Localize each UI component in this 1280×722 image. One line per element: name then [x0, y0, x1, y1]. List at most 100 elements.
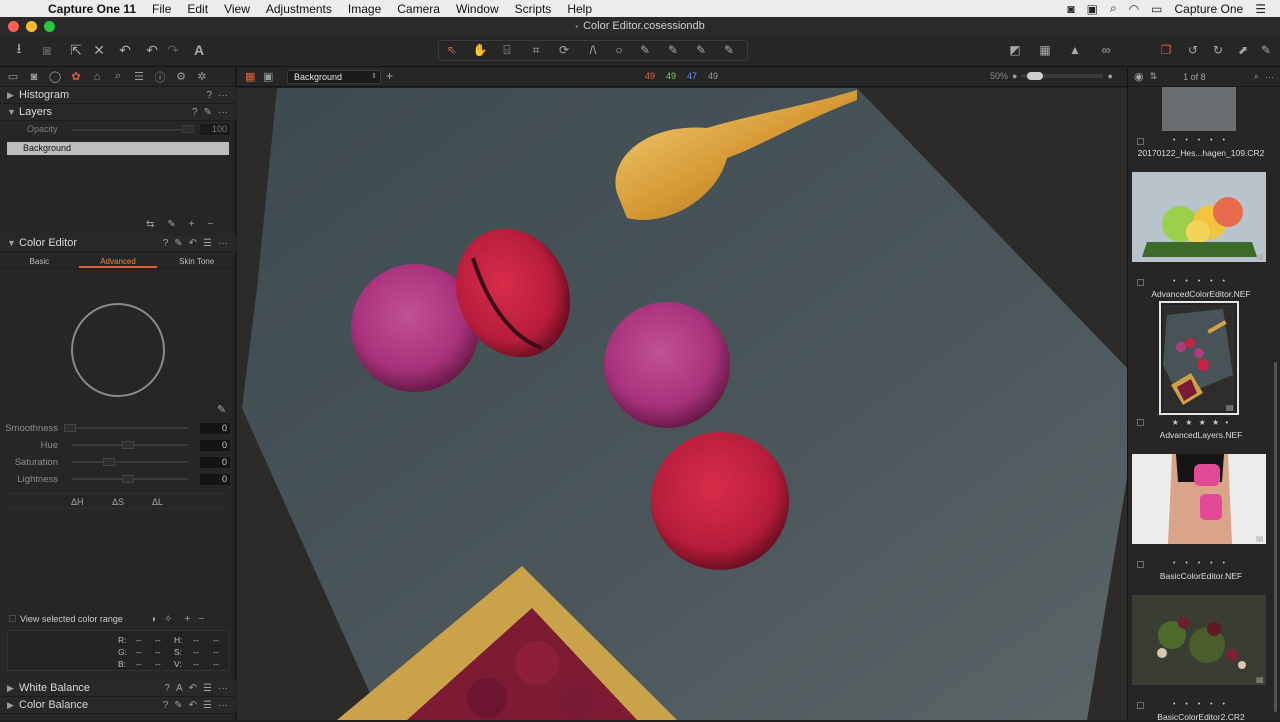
- proof-glasses-icon[interactable]: ∞: [1094, 39, 1118, 61]
- smoothness-slider[interactable]: Smoothness 0: [0, 421, 236, 435]
- copy-adjustments-icon[interactable]: ❐: [1157, 39, 1175, 61]
- wifi-icon[interactable]: ◠: [1129, 2, 1139, 16]
- rating-stars[interactable]: • • • • •: [1132, 560, 1270, 567]
- rating-stars[interactable]: • • • • •: [1132, 137, 1270, 144]
- close-window-button[interactable]: [8, 21, 19, 32]
- battery-icon[interactable]: ▭: [1151, 2, 1162, 16]
- hue-slider[interactable]: Hue 0: [0, 438, 236, 452]
- color-balance-section-header[interactable]: ▶ Color Balance ? ✎ ↶ ☰ ···: [0, 697, 236, 714]
- more-icon[interactable]: ···: [218, 90, 228, 101]
- edit-icon[interactable]: ✎: [1257, 39, 1275, 61]
- camera-icon[interactable]: ◙: [38, 39, 56, 61]
- rating-stars[interactable]: • • • • •: [1132, 701, 1270, 708]
- opacity-slider-knob[interactable]: [182, 125, 194, 133]
- more-icon[interactable]: ···: [218, 683, 228, 694]
- help-icon[interactable]: ?: [192, 107, 198, 118]
- browser-item-selected[interactable]: ▤ ★ ★ ★ ★ • AdvancedLayers.NEF: [1132, 301, 1270, 441]
- loupe-icon[interactable]: ⌸: [498, 39, 516, 61]
- redo-adjustments-icon[interactable]: ↻: [1209, 39, 1227, 61]
- rotate-icon[interactable]: ⟳: [555, 39, 573, 61]
- smoothness-track[interactable]: [72, 427, 188, 429]
- exposure-tab-icon[interactable]: ⌂: [90, 71, 104, 83]
- select-color-icon[interactable]: ✧: [164, 614, 172, 625]
- thumbnail-image[interactable]: [1163, 305, 1235, 411]
- browser-item[interactable]: ▤ • • • • • BasicColorEditor2.CR2: [1132, 595, 1270, 722]
- tab-basic[interactable]: Basic: [0, 255, 79, 268]
- help-icon[interactable]: ?: [206, 90, 212, 101]
- image-viewer[interactable]: [237, 88, 1127, 720]
- menu-edit[interactable]: Edit: [179, 2, 216, 16]
- menubar-app-name[interactable]: Capture One: [1175, 2, 1244, 16]
- menu-file[interactable]: File: [144, 2, 179, 16]
- text-annotation-icon[interactable]: A: [190, 39, 208, 61]
- eyedropper-icon[interactable]: ✎: [217, 403, 226, 416]
- eraser-icon[interactable]: ✎: [664, 39, 682, 61]
- rating-stars[interactable]: ★ ★ ★ ★ •: [1132, 418, 1270, 427]
- brush-menu-icon[interactable]: ✎: [167, 219, 175, 230]
- edit-icon[interactable]: ✎: [174, 700, 182, 711]
- saturation-value[interactable]: 0: [200, 457, 230, 468]
- library-tab-icon[interactable]: ▭: [6, 70, 20, 83]
- more-icon[interactable]: ···: [218, 700, 228, 711]
- more-icon[interactable]: ···: [218, 238, 228, 249]
- browser-item[interactable]: ▤ • • • • • BasicColorEditor.NEF: [1132, 454, 1270, 584]
- opacity-slider-track[interactable]: [72, 129, 188, 131]
- add-layer-icon[interactable]: +: [189, 219, 195, 230]
- color-tab-icon[interactable]: ✿: [69, 70, 83, 83]
- metadata-tab-icon[interactable]: ⓘ: [153, 69, 167, 85]
- menu-adjustments[interactable]: Adjustments: [258, 2, 340, 16]
- hue-knob[interactable]: [122, 441, 134, 449]
- menu-help[interactable]: Help: [559, 2, 600, 16]
- delete-icon[interactable]: ✕: [91, 39, 107, 61]
- white-balance-section-header[interactable]: ▶ White Balance ? A ↶ ☰ ···: [0, 680, 236, 697]
- add-layer-icon[interactable]: +: [386, 69, 393, 83]
- minimize-window-button[interactable]: [26, 21, 37, 32]
- annotation-icon[interactable]: ✎: [720, 39, 738, 61]
- browser-item[interactable]: ▤ • • • • • AdvancedColorEditor.NEF: [1132, 172, 1270, 302]
- batch-tab-icon[interactable]: ✲: [195, 70, 209, 83]
- crop-icon[interactable]: ⌗: [527, 39, 545, 61]
- edit-icon[interactable]: ✎: [204, 107, 212, 118]
- more-icon[interactable]: ···: [1265, 72, 1274, 82]
- reset-icon[interactable]: ↶: [116, 39, 134, 61]
- sort-icon[interactable]: ⇅: [1150, 71, 1158, 82]
- help-icon[interactable]: ?: [163, 238, 169, 249]
- saturation-knob[interactable]: [103, 458, 115, 466]
- warning-icon[interactable]: ▲: [1066, 39, 1084, 61]
- reset-icon[interactable]: ↶: [189, 700, 197, 711]
- browser-item[interactable]: • • • • • 20170122_Hes...hagen_109.CR2: [1132, 87, 1270, 159]
- thumbnail-image[interactable]: [1132, 595, 1266, 685]
- reset-icon[interactable]: ↶: [189, 238, 197, 249]
- grid-view-icon[interactable]: ▦: [245, 70, 255, 83]
- color-picker-icon[interactable]: ◑: [150, 614, 156, 625]
- select-cursor-icon[interactable]: ⇖: [443, 39, 461, 61]
- menu-app[interactable]: Capture One 11: [40, 2, 144, 16]
- saturation-slider[interactable]: Saturation 0: [0, 455, 236, 469]
- layer-select[interactable]: Background ⇕: [287, 70, 381, 84]
- search-icon[interactable]: ⌕: [1254, 71, 1259, 82]
- reset-icon[interactable]: ↶: [189, 683, 197, 694]
- help-icon[interactable]: ?: [163, 700, 169, 711]
- lightness-value[interactable]: 0: [200, 474, 230, 485]
- browser-scrollbar[interactable]: [1274, 362, 1277, 712]
- hue-value[interactable]: 0: [200, 440, 230, 451]
- import-icon[interactable]: ⭳: [10, 39, 28, 61]
- lightness-knob[interactable]: [122, 475, 134, 483]
- apply-adjustments-icon[interactable]: ⬈: [1234, 39, 1252, 61]
- single-view-icon[interactable]: ▣: [263, 70, 273, 83]
- edit-icon[interactable]: ✎: [174, 238, 182, 249]
- saturation-track[interactable]: [72, 461, 188, 463]
- capture-tab-icon[interactable]: ◙: [27, 71, 41, 83]
- details-tab-icon[interactable]: ⌕: [111, 70, 125, 83]
- view-range-checkbox[interactable]: [9, 615, 16, 622]
- menu-scripts[interactable]: Scripts: [507, 2, 560, 16]
- reset-adjustments-icon[interactable]: ↺: [1184, 39, 1202, 61]
- photos-status-icon[interactable]: ▣: [1087, 2, 1098, 16]
- menu-image[interactable]: Image: [340, 2, 389, 16]
- auto-icon[interactable]: A: [176, 683, 183, 694]
- redo-icon[interactable]: ↷: [165, 39, 181, 61]
- brush-icon[interactable]: ✎: [636, 39, 654, 61]
- menu-camera[interactable]: Camera: [389, 2, 448, 16]
- picker-icon[interactable]: ✎: [692, 39, 710, 61]
- layer-settings-icon[interactable]: ⇆: [146, 219, 154, 230]
